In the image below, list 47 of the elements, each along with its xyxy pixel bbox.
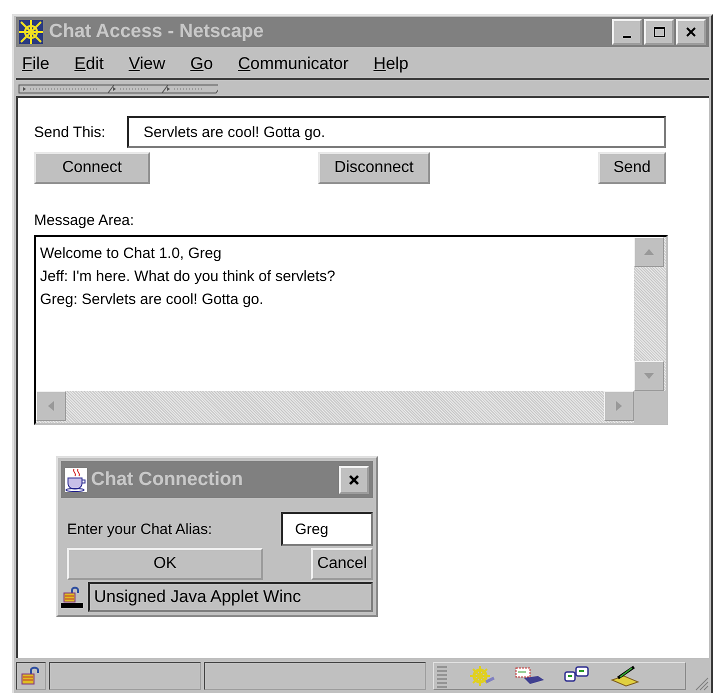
menu-item[interactable]: View xyxy=(128,54,166,74)
scroll-button[interactable] xyxy=(634,361,664,391)
message-line: Greg: Servlets are cool! Gotta go. xyxy=(40,290,264,310)
menu-item[interactable]: Help xyxy=(374,54,408,74)
down-arrow-icon xyxy=(642,371,656,381)
field-label: Enter your Chat Alias: xyxy=(67,520,212,538)
button[interactable]: Connect xyxy=(34,152,150,184)
menu-item[interactable]: Edit xyxy=(74,54,104,74)
button[interactable]: Disconnect xyxy=(318,152,430,184)
grip-icon[interactable] xyxy=(436,664,448,688)
toolbar-grip-icon[interactable] xyxy=(18,84,218,94)
right-arrow-icon xyxy=(614,399,624,413)
padlock-icon xyxy=(61,586,83,608)
button[interactable]: Send xyxy=(598,152,666,184)
message-line: Welcome to Chat 1.0, Greg xyxy=(40,244,222,264)
vertical-scrollbar[interactable] xyxy=(634,237,666,391)
coffee-cup-icon xyxy=(65,468,87,492)
status-text: Unsigned Java Applet Winc xyxy=(88,582,373,612)
close-button[interactable] xyxy=(676,19,706,45)
button[interactable]: OK xyxy=(67,548,263,580)
left-arrow-icon xyxy=(46,399,56,413)
minimize-button[interactable] xyxy=(612,19,642,45)
pen-on-book-icon[interactable] xyxy=(610,664,640,688)
scrollbar-corner xyxy=(634,391,666,423)
resize-grip-icon[interactable] xyxy=(695,677,709,691)
scroll-button[interactable] xyxy=(604,391,634,421)
padlock-icon xyxy=(16,662,46,690)
logo-icon xyxy=(19,20,43,44)
scroll-button[interactable] xyxy=(634,237,664,267)
minimize-icon xyxy=(623,36,631,38)
dialog-title: Chat Connection xyxy=(91,468,244,490)
field-label: Send This: xyxy=(34,124,106,140)
close-button[interactable] xyxy=(339,466,369,494)
maximize-button[interactable] xyxy=(644,19,674,45)
menu-item[interactable]: File xyxy=(22,54,50,74)
window-title: Chat Access - Netscape xyxy=(49,21,265,43)
alias-input[interactable]: Greg xyxy=(281,512,373,546)
message-line: Jeff: I'm here. What do you think of servlets? xyxy=(40,267,336,287)
message-input[interactable]: Servlets are cool! Gotta go. xyxy=(127,116,666,148)
horizontal-scrollbar[interactable] xyxy=(36,391,634,423)
up-arrow-icon xyxy=(642,247,656,257)
close-icon xyxy=(348,474,360,486)
menu-item[interactable]: Communicator xyxy=(238,54,349,74)
scroll-button[interactable] xyxy=(36,391,66,421)
area-label: Message Area: xyxy=(34,212,136,229)
menu-item[interactable]: Go xyxy=(190,54,213,74)
button[interactable]: Cancel xyxy=(311,548,373,580)
